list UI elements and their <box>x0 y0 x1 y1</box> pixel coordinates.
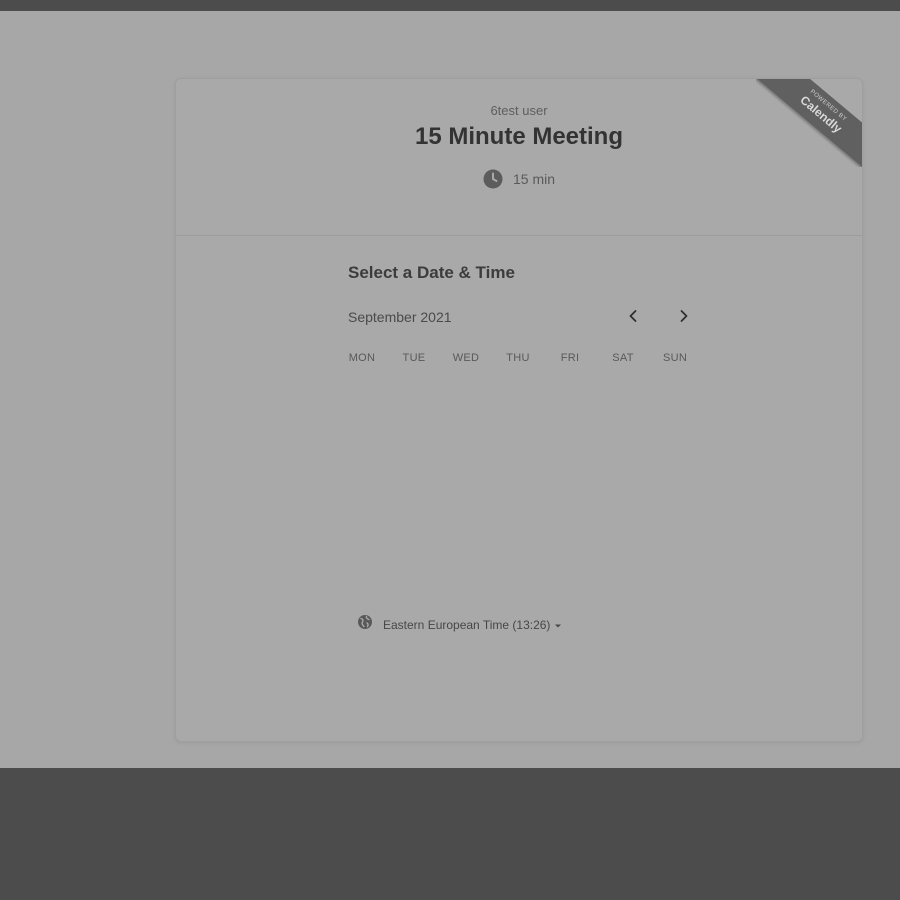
weekday-tue: TUE <box>402 352 426 364</box>
powered-by-text: POWERED BY <box>808 88 848 123</box>
timezone-label: Eastern European Time (13:26) <box>383 617 551 632</box>
weekday-sat: SAT <box>612 352 634 364</box>
top-bar <box>0 0 900 11</box>
chevron-left-icon <box>628 309 638 328</box>
badge-band[interactable]: POWERED BY Calendly <box>756 79 862 167</box>
globe-icon <box>357 614 373 635</box>
duration-label: 15 min <box>512 171 556 187</box>
page-background: 6test user 15 Minute Meeting 15 min POWE… <box>0 11 900 768</box>
previous-month-button[interactable] <box>622 307 644 329</box>
powered-by-calendly-badge[interactable]: POWERED BY Calendly <box>756 79 862 167</box>
caret-down-icon <box>555 616 562 634</box>
chevron-right-icon <box>679 309 689 328</box>
event-duration: 15 min <box>176 169 862 189</box>
weekday-mon: MON <box>348 352 376 364</box>
booking-card: 6test user 15 Minute Meeting 15 min POWE… <box>175 78 863 742</box>
month-label: September 2021 <box>348 309 452 325</box>
weekday-sun: SUN <box>662 352 688 364</box>
weekday-fri: FRI <box>560 352 580 364</box>
next-month-button[interactable] <box>673 307 695 329</box>
timezone-selector[interactable]: Eastern European Time (13:26) <box>357 614 562 635</box>
section-title: Select a Date & Time <box>348 263 515 282</box>
bottom-background <box>0 768 900 900</box>
weekday-wed: WED <box>452 352 480 364</box>
weekday-thu: THU <box>506 352 530 364</box>
clock-icon <box>483 169 503 189</box>
